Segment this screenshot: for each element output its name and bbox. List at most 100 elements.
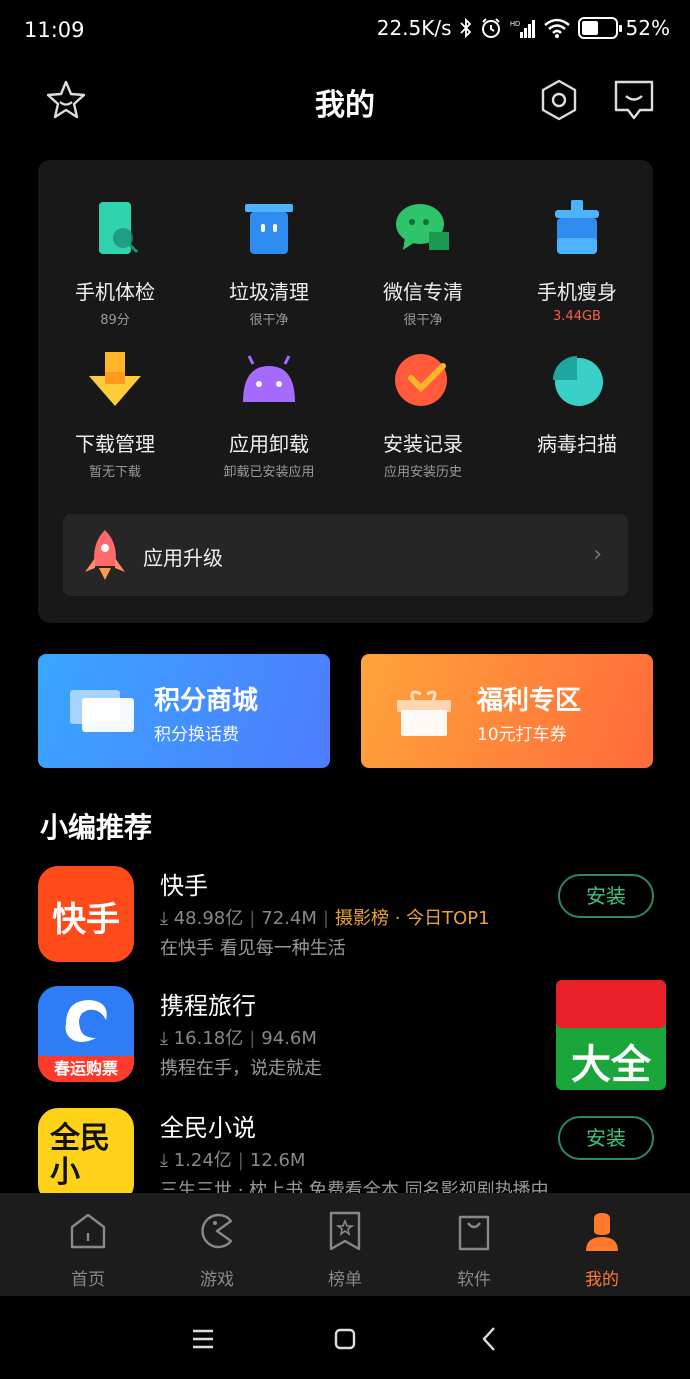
divider: |: [249, 1028, 256, 1049]
tool-install-record[interactable]: 安装记录 应用安装历史: [346, 350, 500, 480]
app-size: 72.4M: [261, 908, 317, 929]
download-icon: ⤓: [160, 908, 174, 929]
battery-icon: [577, 17, 622, 39]
tool-wechat-clean[interactable]: 微信专清 很干净: [346, 198, 500, 328]
points-mall-card[interactable]: 积分商城 积分换话费: [38, 654, 330, 768]
novel-app-icon: 全民小: [38, 1108, 134, 1204]
bottom-nav: 首页 游戏 榜单 软件 我的: [0, 1193, 690, 1296]
signal-icon: HD: [510, 20, 535, 38]
list-item-kuaishou[interactable]: 快手 快手 ⤓ 48.98亿 | 72.4M | 摄影榜 · 今日TOP1 在快手 看见…: [38, 866, 658, 966]
nav-games[interactable]: 游戏: [167, 1211, 267, 1290]
kuaishou-app-icon: 快手: [38, 866, 134, 962]
install-button[interactable]: 安装: [558, 874, 654, 918]
tool-label: 应用卸载: [229, 432, 309, 456]
tool-label: 手机瘦身: [537, 280, 617, 304]
install-button[interactable]: 安装: [558, 1116, 654, 1160]
page-title: 我的: [315, 88, 375, 123]
tool-label: 安装记录: [383, 432, 463, 456]
app-meta: ⤓ 16.18亿 | 94.6M: [160, 1024, 317, 1050]
tool-phone-checkup[interactable]: 手机体检 89分: [38, 198, 192, 328]
home-icon: [70, 1213, 106, 1249]
software-icon: [458, 1215, 490, 1251]
nav-label: 游戏: [200, 1270, 234, 1290]
tool-uninstall[interactable]: 应用卸载 卸载已安装应用: [192, 350, 346, 480]
virus-scan-icon: [553, 356, 603, 406]
card-icon: [70, 690, 134, 732]
nav-label: 首页: [71, 1270, 105, 1290]
app-desc: 在快手 看见每一种生活: [160, 938, 346, 959]
tool-label: 微信专清: [383, 280, 463, 304]
back-icon[interactable]: [474, 1324, 504, 1354]
svg-text:HD: HD: [510, 21, 520, 28]
nav-profile[interactable]: 我的: [552, 1211, 652, 1290]
checkmark-circle-icon: [395, 354, 447, 406]
page-header: 我的: [0, 70, 690, 130]
app-name: 快手: [160, 872, 208, 900]
ad-text: 大全: [571, 1042, 651, 1088]
list-item-ctrip[interactable]: 春运购票 携程旅行 ⤓ 16.18亿 | 94.6M 携程在手，说走就走 大全: [38, 980, 666, 1090]
home-button-icon[interactable]: [330, 1324, 360, 1354]
wifi-icon: [543, 18, 570, 38]
network-speed: 22.5K/s: [376, 16, 452, 40]
trash-bin-icon: [245, 204, 293, 254]
status-time: 11:09: [24, 18, 85, 42]
tool-phone-slim[interactable]: 手机瘦身 3.44GB: [500, 198, 654, 324]
menu-icon[interactable]: [188, 1324, 218, 1354]
battery-fill: [581, 21, 599, 35]
bluetooth-icon: [459, 18, 471, 38]
tool-sub: 很干净: [249, 313, 289, 328]
nav-home[interactable]: 首页: [38, 1211, 138, 1290]
tool-sub: 89分: [100, 313, 130, 328]
app-downloads: 1.24亿: [173, 1150, 232, 1171]
profile-icon: [586, 1213, 618, 1251]
tool-virus-scan[interactable]: 病毒扫描: [500, 350, 654, 461]
upgrade-label: 应用升级: [143, 546, 223, 570]
promo-sub: 10元打车券: [477, 725, 567, 745]
promo-title: 福利专区: [477, 686, 582, 716]
app-size: 12.6M: [249, 1150, 306, 1171]
app-name: 携程旅行: [160, 992, 256, 1020]
battery-percent: 52%: [625, 16, 670, 40]
tool-junk-clean[interactable]: 垃圾清理 很干净: [192, 198, 346, 328]
promo-sub: 积分换话费: [154, 725, 239, 745]
app-downloads: 16.18亿: [173, 1028, 244, 1049]
tool-label: 病毒扫描: [537, 432, 617, 456]
app-downloads: 48.98亿: [173, 908, 244, 929]
status-right: 22.5K/s HD 52%: [377, 16, 670, 40]
tool-sub: 3.44GB: [553, 309, 601, 324]
tool-label: 垃圾清理: [229, 280, 309, 304]
download-icon: ⤓: [160, 1028, 174, 1049]
message-icon[interactable]: [612, 78, 656, 122]
gift-icon: [397, 690, 451, 736]
app-tag: 摄影榜 · 今日TOP1: [334, 908, 490, 929]
ad-thumbnail[interactable]: 大全: [556, 980, 666, 1090]
tool-label: 下载管理: [75, 432, 155, 456]
app-meta: ⤓ 48.98亿 | 72.4M | 摄影榜 · 今日TOP1: [160, 904, 490, 930]
rocket-icon: [85, 530, 125, 580]
welfare-zone-card[interactable]: 福利专区 10元打车券: [361, 654, 653, 768]
android-icon: [243, 355, 295, 402]
app-name: 全民小说: [160, 1114, 256, 1142]
nav-label: 软件: [457, 1270, 491, 1290]
tool-label: 手机体检: [75, 280, 155, 304]
settings-icon[interactable]: [537, 78, 581, 122]
alarm-icon: [481, 18, 500, 38]
tool-download-manager[interactable]: 下载管理 暂无下载: [38, 350, 192, 480]
app-upgrade-row[interactable]: 应用升级 ›: [63, 514, 628, 596]
divider: |: [237, 1150, 244, 1171]
nav-software[interactable]: 软件: [424, 1211, 524, 1290]
nav-ranking[interactable]: 榜单: [295, 1211, 395, 1290]
tool-sub: 应用安装历史: [383, 465, 462, 480]
phone-checkup-icon: [99, 202, 139, 254]
app-size: 94.6M: [261, 1028, 317, 1049]
chevron-right-icon: ›: [593, 542, 602, 567]
app-icon-text: 春运购票: [38, 1056, 134, 1082]
slim-bottle-icon: [555, 200, 599, 254]
divider: |: [322, 908, 329, 929]
system-nav-bar: [0, 1296, 690, 1379]
dolphin-icon: [65, 1000, 107, 1042]
app-meta: ⤓ 1.24亿 | 12.6M: [160, 1146, 305, 1172]
app-icon-text: 快手: [52, 900, 120, 940]
wechat-bubble-icon: [396, 204, 449, 250]
tools-card: 手机体检 89分 垃圾清理 很干净 微信专清 很干净 手机瘦身 3.44GB 下…: [38, 160, 653, 623]
